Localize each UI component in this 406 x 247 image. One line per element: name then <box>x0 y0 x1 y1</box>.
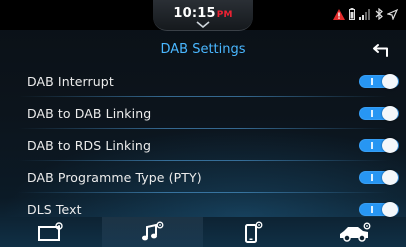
settings-list: DAB Interrupt DAB to DAB Linking DAB to … <box>0 66 406 226</box>
divider <box>18 128 388 129</box>
divider <box>18 96 388 97</box>
setting-label: DAB Programme Type (PTY) <box>27 170 202 185</box>
dab-to-dab-linking-toggle[interactable] <box>359 106 399 121</box>
setting-label: DAB to RDS Linking <box>27 138 151 153</box>
toggle-knob <box>382 106 398 121</box>
dab-programme-type-toggle[interactable] <box>359 170 399 185</box>
audio-settings-icon <box>142 221 164 241</box>
back-arrow-icon[interactable] <box>372 42 392 58</box>
bluetooth-icon <box>375 8 383 20</box>
battery-icon <box>349 8 355 20</box>
status-bar: 10:15PM <box>0 0 406 31</box>
navigation-icon <box>387 8 398 20</box>
status-icons <box>333 7 398 21</box>
dab-settings-screen: 10:15PM DAB Settings DAB Interrupt DAB t… <box>0 0 406 247</box>
setting-row-dab-to-rds-linking[interactable]: DAB to RDS Linking <box>0 130 406 162</box>
bottom-nav <box>0 217 406 247</box>
setting-row-dab-interrupt[interactable]: DAB Interrupt <box>0 66 406 98</box>
clock-ampm: PM <box>216 10 233 20</box>
toggle-knob <box>382 202 398 217</box>
page-title: DAB Settings <box>160 42 246 57</box>
toggle-on-mark <box>371 206 373 213</box>
setting-label: DLS Text <box>27 202 82 217</box>
toggle-on-mark <box>371 142 373 149</box>
signal-icon <box>359 8 371 20</box>
nav-screen-settings[interactable] <box>0 217 102 247</box>
clock-time: 10:15 <box>173 6 216 21</box>
setting-row-dab-programme-type[interactable]: DAB Programme Type (PTY) <box>0 162 406 194</box>
toggle-on-mark <box>371 78 373 85</box>
toggle-on-mark <box>371 174 373 181</box>
setting-label: DAB to DAB Linking <box>27 106 152 121</box>
dab-interrupt-toggle[interactable] <box>359 74 399 89</box>
toggle-knob <box>382 170 398 185</box>
title-bar: DAB Settings <box>0 34 406 66</box>
nav-audio-settings[interactable] <box>101 217 203 247</box>
dls-text-toggle[interactable] <box>359 202 399 217</box>
warning-icon <box>333 8 345 20</box>
divider <box>18 160 388 161</box>
vehicle-settings-icon <box>340 222 371 242</box>
divider <box>18 192 388 193</box>
nav-phone-settings[interactable] <box>203 217 305 247</box>
phone-settings-icon <box>244 221 263 243</box>
screen-settings-icon <box>37 222 63 241</box>
nav-vehicle-settings[interactable] <box>305 217 406 247</box>
setting-label: DAB Interrupt <box>27 74 114 89</box>
dab-to-rds-linking-toggle[interactable] <box>359 138 399 153</box>
toggle-knob <box>382 138 398 153</box>
toggle-on-mark <box>371 110 373 117</box>
setting-row-dab-to-dab-linking[interactable]: DAB to DAB Linking <box>0 98 406 130</box>
clock-tab[interactable]: 10:15PM <box>153 0 253 31</box>
chevron-down-icon[interactable] <box>196 21 210 28</box>
toggle-knob <box>382 74 398 89</box>
clock: 10:15PM <box>153 6 253 21</box>
